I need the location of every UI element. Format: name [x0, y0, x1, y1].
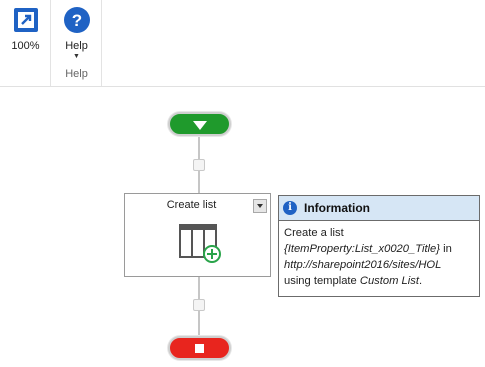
info-line-3: http://sharepoint2016/sites/HOL: [284, 257, 474, 273]
action-dropdown-button[interactable]: [253, 199, 267, 213]
item-property-token: {ItemProperty:List_x0020_Title}: [284, 243, 440, 255]
help-group-label: Help: [65, 68, 88, 80]
create-list-action[interactable]: Create list: [124, 193, 271, 277]
info-line-2: {ItemProperty:List_x0020_Title} in: [284, 243, 452, 255]
workflow-stop-button[interactable]: [168, 336, 231, 360]
stop-icon: [195, 343, 204, 353]
action-title: Create list: [166, 199, 217, 211]
chevron-down-icon: [257, 204, 263, 208]
ribbon: 100% ? Help ▼ Help: [0, 0, 485, 87]
information-body: Create a list {ItemProperty:List_x0020_T…: [279, 221, 479, 289]
ribbon-group-zoom: 100%: [0, 0, 51, 86]
zoom-100-button[interactable]: 100%: [0, 4, 51, 68]
help-label: Help: [65, 40, 88, 52]
information-panel: i Information Create a list {ItemPropert…: [278, 195, 480, 297]
info-line-4: using template Custom List.: [284, 275, 423, 287]
help-button[interactable]: ? Help ▼: [51, 4, 102, 68]
drop-connector-top[interactable]: [193, 159, 205, 171]
template-name: Custom List: [359, 275, 419, 287]
ribbon-group-help: ? Help ▼ Help: [51, 0, 102, 86]
information-title: Information: [304, 201, 370, 215]
play-down-icon: [192, 120, 207, 130]
create-list-icon: [179, 224, 221, 263]
zoom-label: 100%: [11, 40, 40, 52]
drop-connector-bottom[interactable]: [193, 299, 205, 311]
workflow-start-button[interactable]: [168, 112, 231, 136]
info-icon: i: [283, 201, 297, 215]
workflow-canvas: Create list i Information Create a list …: [0, 88, 485, 367]
help-icon: ?: [63, 7, 90, 33]
information-header: i Information: [279, 196, 479, 221]
info-line-1: Create a list: [284, 227, 344, 239]
zoom-fit-icon: [13, 8, 38, 32]
site-url: http://sharepoint2016/sites/HOL: [284, 259, 442, 271]
chevron-down-icon: ▼: [73, 53, 80, 60]
svg-text:?: ?: [71, 11, 81, 30]
